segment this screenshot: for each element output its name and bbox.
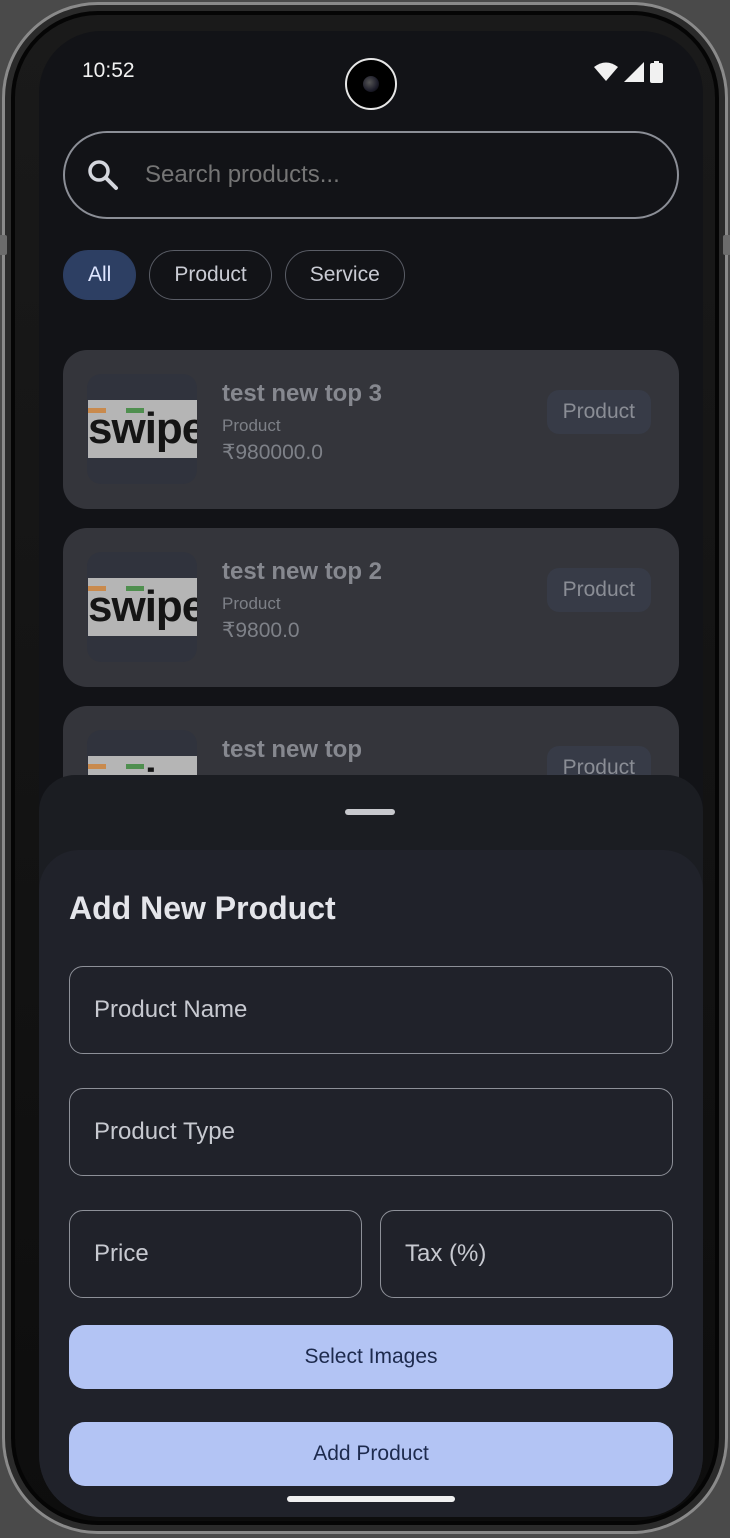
product-type: Product <box>222 594 281 613</box>
add-product-form: Add New Product Product Name Product Typ… <box>39 850 703 1517</box>
product-card[interactable]: swipe test new top 3 Product ₹980000.0 P… <box>63 350 679 509</box>
product-price: ₹980000.0 <box>222 441 323 464</box>
select-images-label: Select Images <box>304 1345 438 1368</box>
filter-chips: All Product Service <box>63 250 405 300</box>
phone-frame: 10:52 All <box>0 2 730 1534</box>
price-label: Price <box>94 1240 149 1267</box>
product-badge: Product <box>546 390 651 434</box>
form-title: Add New Product <box>69 890 336 926</box>
wifi-icon <box>594 62 618 81</box>
battery-icon <box>650 61 663 83</box>
product-type: Product <box>222 416 281 435</box>
side-button-left <box>0 235 7 255</box>
drag-handle[interactable] <box>345 809 395 815</box>
swipe-logo: swipe <box>88 400 197 458</box>
chip-product[interactable]: Product <box>149 250 272 300</box>
product-type-label: Product Type <box>94 1118 235 1145</box>
home-indicator[interactable] <box>287 1496 455 1502</box>
product-name-label: Product Name <box>94 996 248 1023</box>
select-images-button[interactable]: Select Images <box>69 1325 673 1389</box>
search-input[interactable] <box>145 161 625 189</box>
product-name-field[interactable]: Product Name <box>69 966 673 1054</box>
tax-field[interactable]: Tax (%) <box>380 1210 673 1298</box>
product-title: test new top 3 <box>222 380 383 407</box>
bottom-sheet: Add New Product Product Name Product Typ… <box>39 775 703 1517</box>
product-title: test new top <box>222 736 363 763</box>
product-price: ₹9800.0 <box>222 619 300 642</box>
product-badge: Product <box>546 568 651 612</box>
add-product-label: Add Product <box>313 1442 429 1465</box>
search-bar[interactable] <box>63 131 679 219</box>
product-type-field[interactable]: Product Type <box>69 1088 673 1176</box>
tax-label: Tax (%) <box>405 1240 487 1267</box>
chip-all[interactable]: All <box>63 250 137 300</box>
swipe-logo: swipe <box>88 578 197 636</box>
side-button-right <box>723 235 730 255</box>
add-product-button[interactable]: Add Product <box>69 1422 673 1486</box>
price-field[interactable]: Price <box>69 1210 362 1298</box>
app-screen: 10:52 All <box>39 31 703 1517</box>
product-card[interactable]: swipe test new top 2 Product ₹9800.0 Pro… <box>63 528 679 687</box>
status-icons <box>594 61 663 83</box>
status-bar: 10:52 <box>39 31 703 111</box>
product-title: test new top 2 <box>222 558 383 585</box>
search-icon <box>88 160 118 190</box>
status-time: 10:52 <box>82 59 135 82</box>
signal-icon <box>624 62 644 82</box>
front-camera <box>345 58 397 110</box>
chip-service[interactable]: Service <box>284 250 405 300</box>
